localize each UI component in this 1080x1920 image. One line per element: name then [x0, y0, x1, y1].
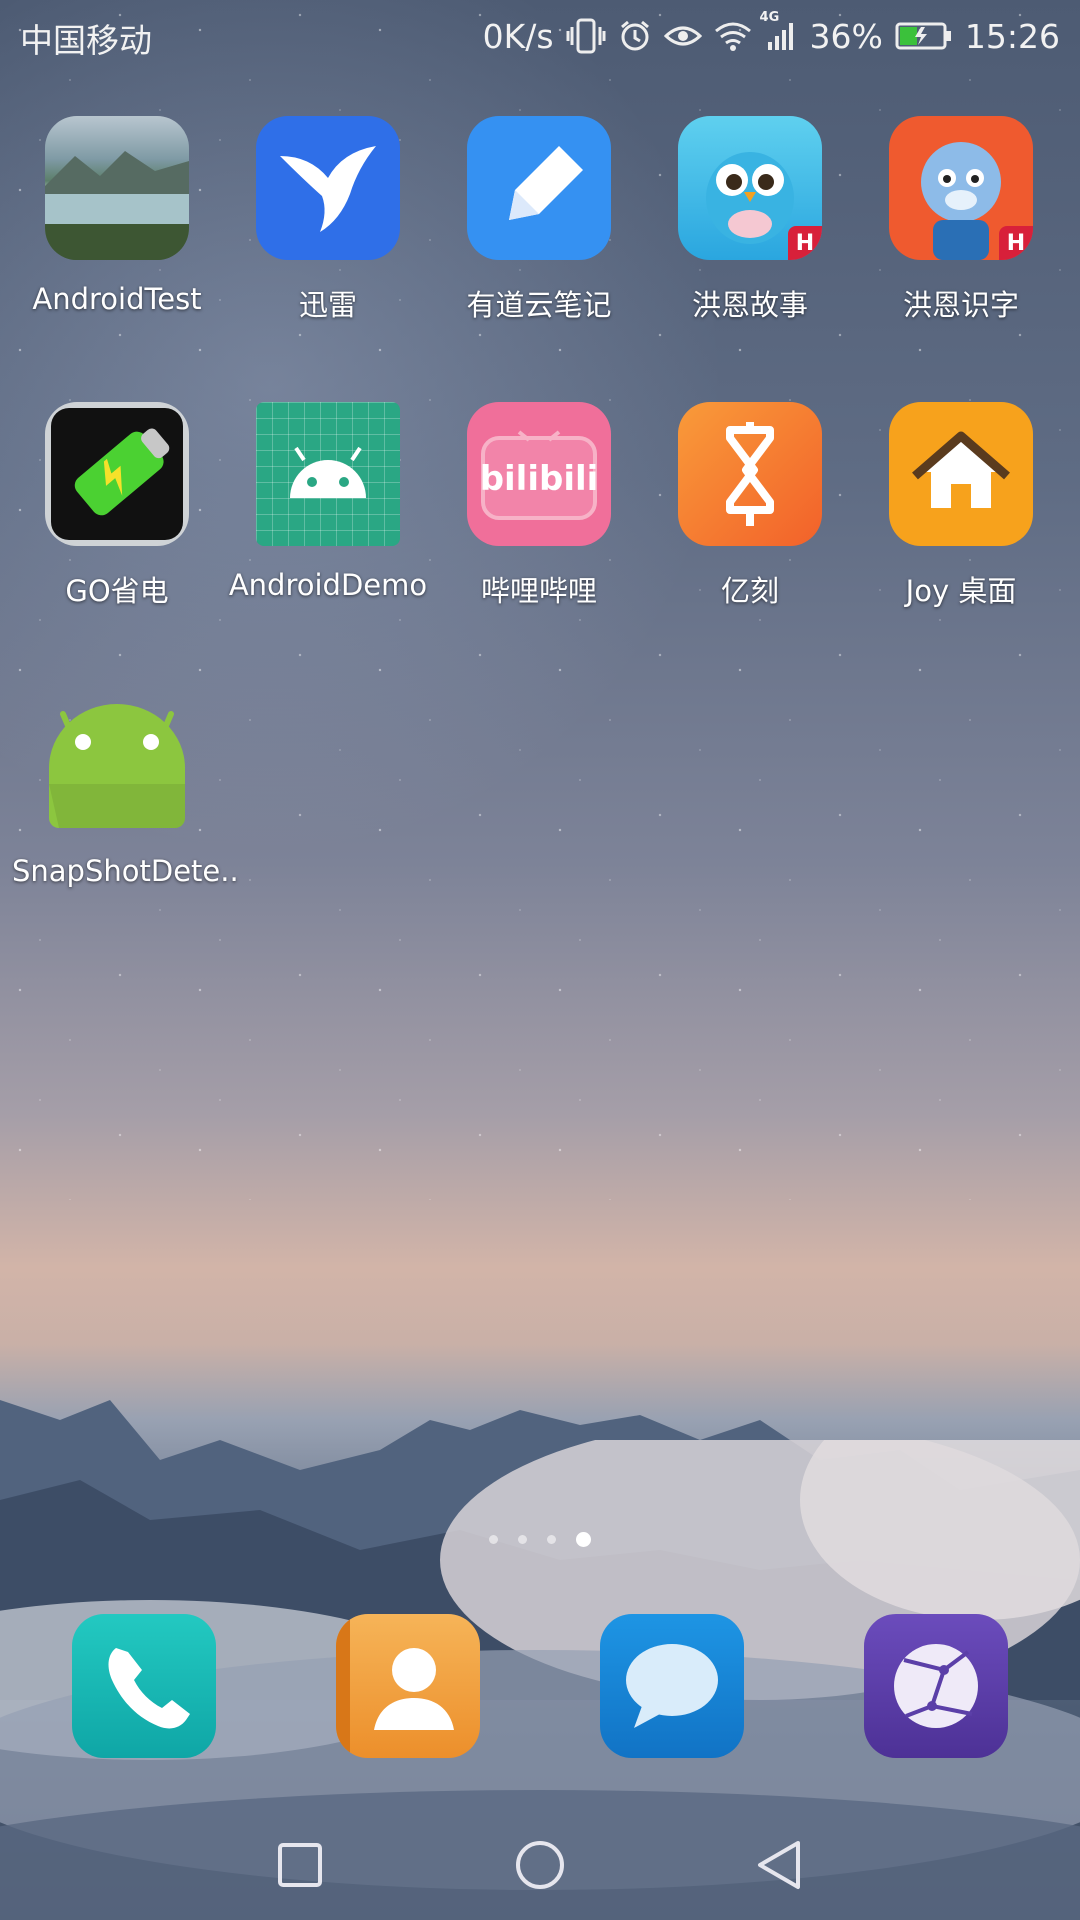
- tiger-icon: H: [889, 116, 1033, 260]
- dock-messages-button[interactable]: [600, 1614, 744, 1758]
- dock-contacts-button[interactable]: [336, 1614, 480, 1758]
- bilibili-tv-icon: bilibili: [467, 402, 611, 546]
- app-bilibili[interactable]: bilibili 哔哩哔哩: [434, 402, 644, 610]
- app-label: 迅雷: [298, 288, 357, 322]
- app-label: 有道云笔记: [466, 288, 612, 322]
- app-yike[interactable]: 亿刻: [645, 402, 855, 610]
- dock-phone-button[interactable]: [72, 1614, 216, 1758]
- alarm-icon: [618, 19, 652, 53]
- home-circle-icon: [516, 1841, 564, 1889]
- app-joy-launcher[interactable]: Joy 桌面: [856, 402, 1066, 610]
- phone-icon: [108, 1648, 190, 1729]
- eye-comfort-icon: [663, 21, 702, 51]
- svg-text:bilibili: bilibili: [480, 459, 599, 499]
- battery-icon: [895, 21, 953, 51]
- app-label: 洪恩故事: [691, 288, 808, 322]
- clock-time: 15:26: [964, 16, 1060, 56]
- back-button[interactable]: [720, 1810, 840, 1920]
- vibrate-icon: [566, 17, 606, 55]
- battery-charge-icon: [45, 402, 189, 546]
- recents-square-icon: [278, 1843, 322, 1887]
- browser-globe-icon: [894, 1644, 978, 1728]
- app-hongen-literacy[interactable]: H 洪恩识字: [856, 116, 1066, 324]
- battery-percent: 36%: [809, 16, 883, 56]
- contacts-icon: [336, 1614, 454, 1758]
- network-type: 4G: [759, 10, 780, 25]
- wifi-icon: [714, 20, 752, 52]
- app-hongen-story[interactable]: H 洪恩故事: [645, 116, 855, 324]
- app-label: GO省电: [65, 574, 169, 608]
- pencil-note-icon: [467, 116, 611, 260]
- page-dot-active[interactable]: [576, 1532, 591, 1547]
- app-snapshotdetector[interactable]: SnapShotDete..: [12, 688, 239, 888]
- h-badge: H: [999, 226, 1033, 260]
- page-dot[interactable]: [518, 1535, 527, 1544]
- app-label: SnapShotDete..: [12, 854, 239, 888]
- landscape-photo-icon: [45, 116, 189, 260]
- page-dot[interactable]: [489, 1535, 498, 1544]
- app-androiddemo[interactable]: AndroidDemo: [223, 402, 433, 602]
- dock-browser-button[interactable]: [864, 1614, 1008, 1758]
- android-robot-icon: [45, 688, 189, 832]
- net-speed: 0K/s: [482, 16, 554, 56]
- app-label: 亿刻: [720, 574, 779, 608]
- message-icon: [626, 1644, 718, 1728]
- house-icon: [889, 402, 1033, 546]
- app-androidtest[interactable]: AndroidTest: [12, 116, 222, 316]
- thunder-bird-icon: [256, 116, 400, 260]
- navigation-bar: [0, 1810, 1080, 1920]
- app-label: 哔哩哔哩: [480, 574, 597, 608]
- carrier-name: 中国移动: [20, 21, 152, 60]
- back-triangle-icon: [758, 1841, 800, 1889]
- app-label: AndroidDemo: [228, 568, 428, 602]
- android-grid-icon: [256, 402, 400, 546]
- h-badge: H: [788, 226, 822, 260]
- owl-icon: H: [678, 116, 822, 260]
- page-dot[interactable]: [547, 1535, 556, 1544]
- yike-icon: [678, 402, 822, 546]
- app-youdao-note[interactable]: 有道云笔记: [434, 116, 644, 324]
- app-label: AndroidTest: [32, 282, 202, 316]
- app-go-power[interactable]: GO省电: [12, 402, 222, 610]
- recents-button[interactable]: [240, 1810, 360, 1920]
- home-button[interactable]: [480, 1810, 600, 1920]
- app-label: Joy 桌面: [905, 574, 1017, 608]
- signal-icon: 4G: [760, 10, 798, 52]
- page-indicator[interactable]: [0, 1532, 1080, 1547]
- status-bar: 中国移动 0K/s 4G 36% 15:26: [0, 0, 1080, 74]
- app-label: 洪恩识字: [902, 288, 1019, 322]
- app-xunlei[interactable]: 迅雷: [223, 116, 433, 324]
